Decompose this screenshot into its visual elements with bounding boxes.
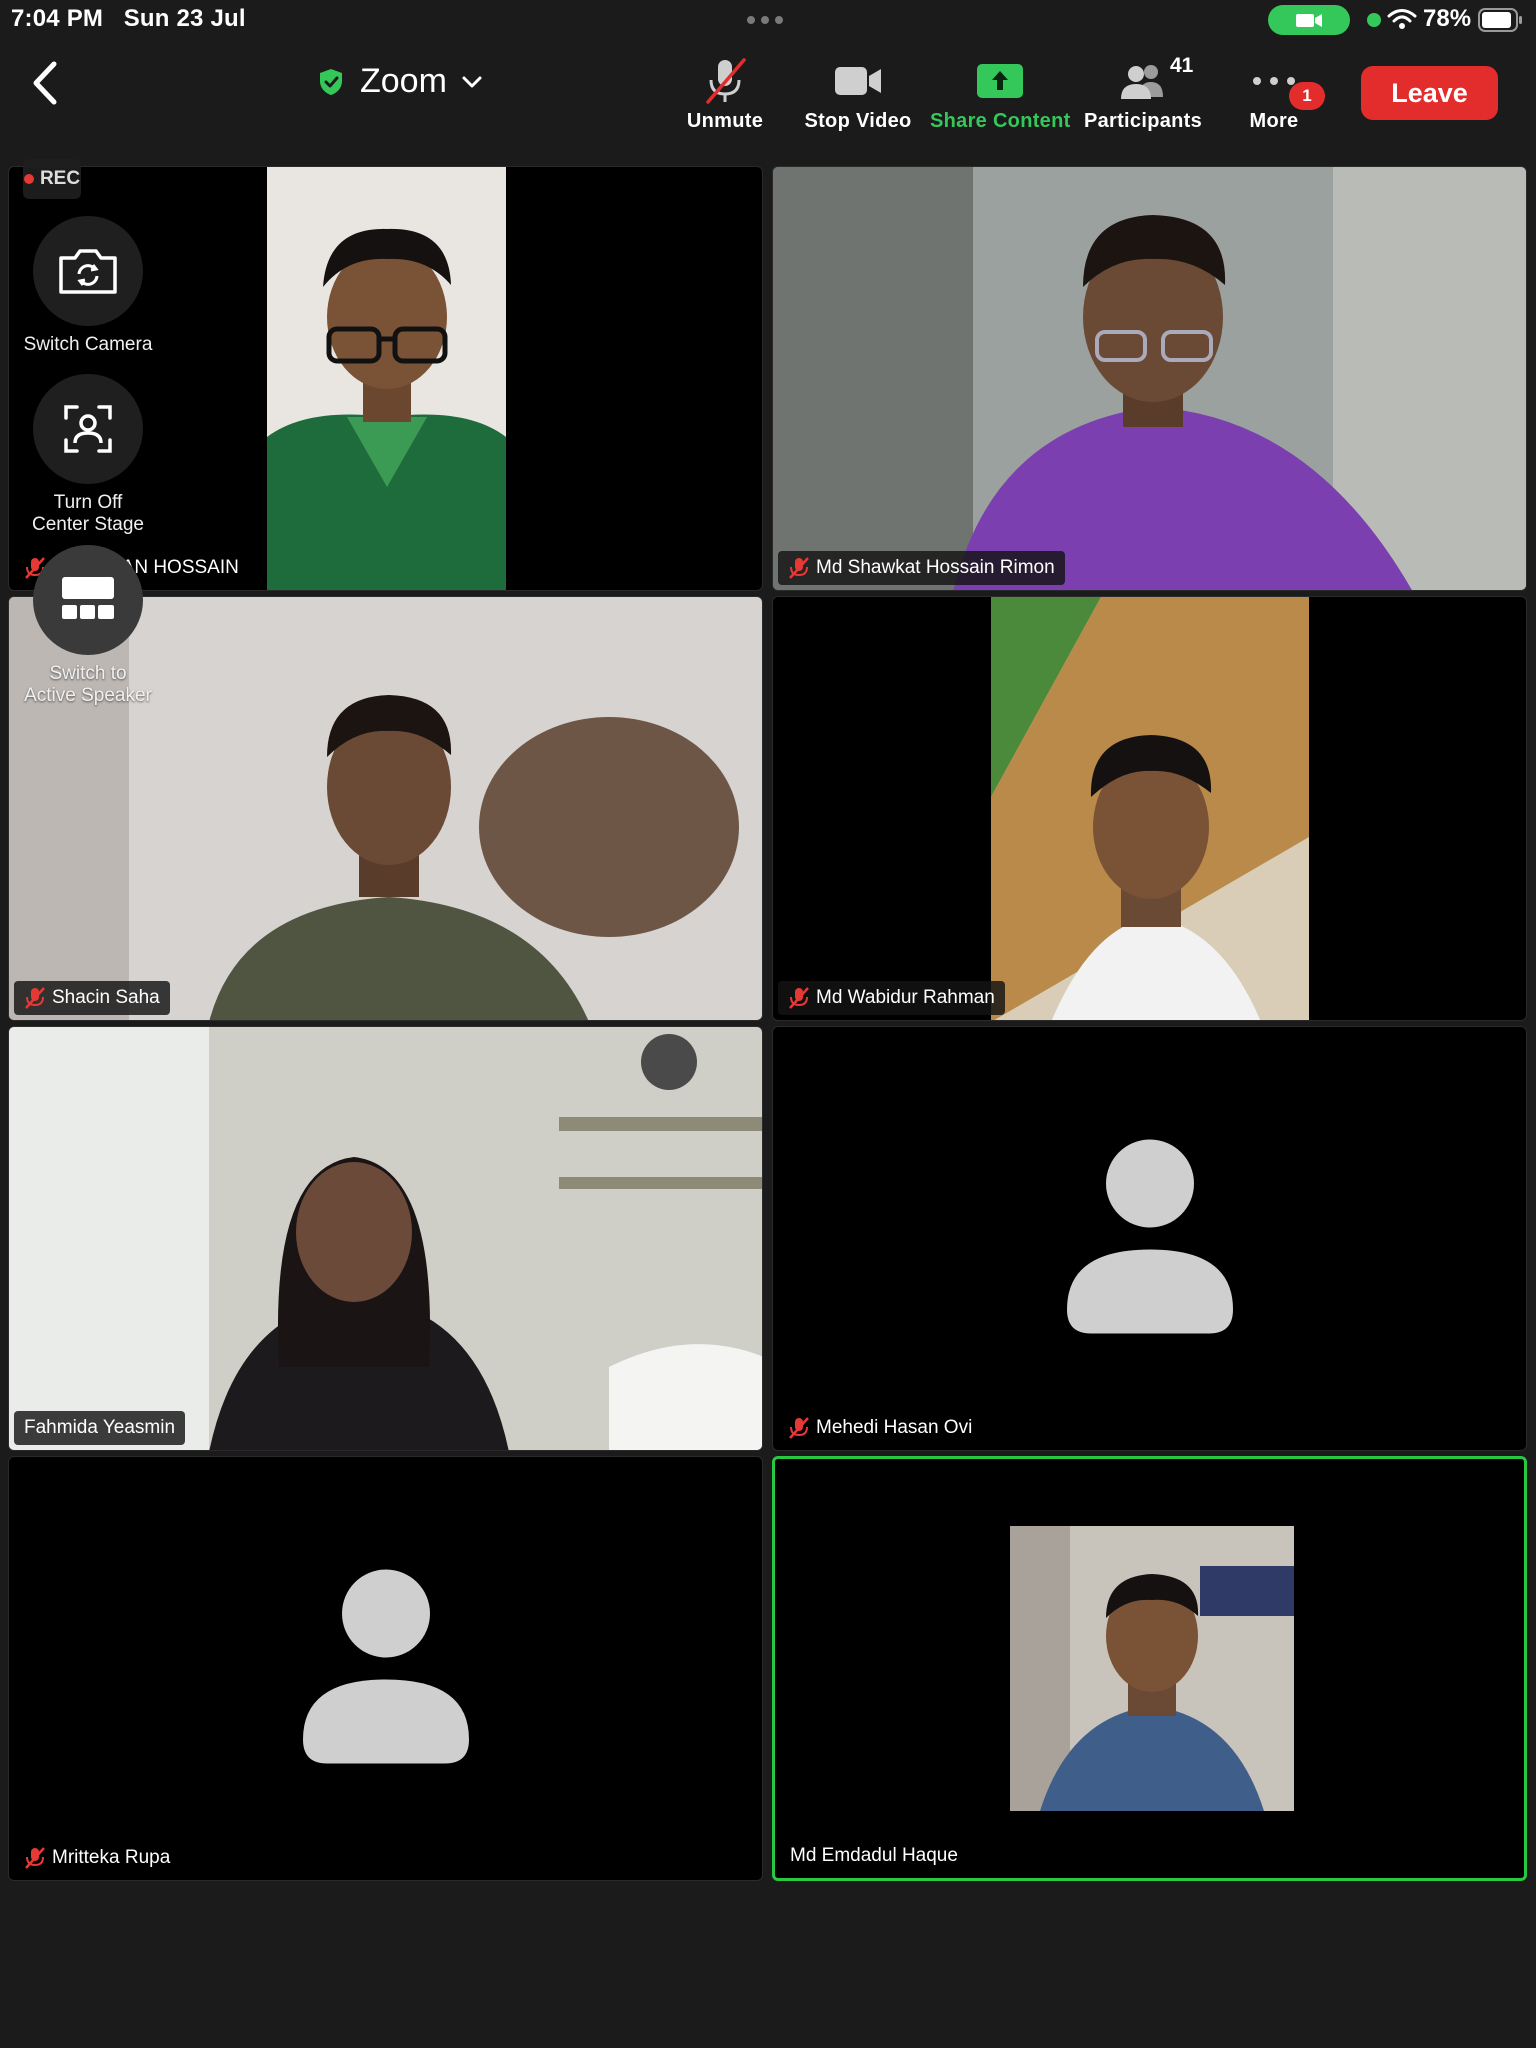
share-content-label: Share Content <box>930 110 1071 132</box>
stop-video-label: Stop Video <box>804 110 912 132</box>
mic-muted-icon <box>25 987 45 1009</box>
camera-in-use-dot-icon <box>1367 13 1381 27</box>
meeting-title: Zoom <box>360 62 447 100</box>
participant-name-tag: Md Shawkat Hossain Rimon <box>778 551 1065 585</box>
participant-name-tag: Mritteka Rupa <box>14 1841 180 1875</box>
share-content-button[interactable]: Share Content <box>930 48 1070 138</box>
video-tile[interactable]: Fahmida Yeasmin <box>8 1026 763 1451</box>
recording-dot-icon <box>23 174 34 184</box>
video-tile[interactable]: Mehedi Hasan Ovi <box>772 1026 1527 1451</box>
participant-video <box>991 597 1309 1020</box>
share-screen-icon <box>930 58 1070 104</box>
participants-label: Participants <box>1083 110 1203 132</box>
recording-indicator: REC <box>23 159 81 199</box>
leave-button[interactable]: Leave <box>1361 66 1498 120</box>
video-tile[interactable]: Mritteka Rupa <box>8 1456 763 1881</box>
video-tile[interactable]: Md Wabidur Rahman <box>772 596 1527 1021</box>
unmute-button[interactable]: Unmute <box>655 48 795 138</box>
participant-name-tag: Mehedi Hasan Ovi <box>778 1411 982 1445</box>
stop-video-button[interactable]: Stop Video <box>788 48 928 138</box>
center-stage-icon <box>33 374 143 484</box>
mic-muted-icon <box>789 1417 809 1439</box>
chevron-down-icon <box>462 76 482 87</box>
chevron-left-icon <box>33 61 57 105</box>
battery-icon <box>1478 8 1524 37</box>
video-tile-active-speaker[interactable]: Md Emdadul Haque <box>772 1456 1527 1881</box>
mic-muted-icon <box>789 987 809 1009</box>
video-tile[interactable]: Md Shawkat Hossain Rimon <box>772 166 1527 591</box>
participant-video <box>267 167 506 590</box>
active-speaker-layout-icon <box>33 545 143 655</box>
participants-count: 41 <box>1170 54 1194 77</box>
avatar-placeholder-icon <box>1066 1139 1233 1338</box>
status-bar: 7:04 PM Sun 23 Jul 78% <box>0 0 1536 40</box>
mic-muted-icon <box>789 557 809 579</box>
battery-percentage: 78% <box>1423 5 1472 32</box>
more-label: More <box>1249 110 1299 132</box>
meeting-title-dropdown[interactable]: Zoom <box>316 62 483 101</box>
unmute-label: Unmute <box>686 110 764 132</box>
participant-name-tag: Fahmida Yeasmin <box>14 1411 186 1445</box>
participant-profile-photo <box>1010 1526 1294 1811</box>
avatar-placeholder-icon <box>302 1569 469 1768</box>
notification-badge: 1 <box>1289 82 1325 110</box>
participant-name-tag: Md Emdadul Haque <box>790 1845 958 1866</box>
status-time: 7:04 PM Sun 23 Jul <box>11 5 246 32</box>
wifi-icon <box>1387 7 1417 36</box>
microphone-muted-icon <box>655 58 795 104</box>
video-camera-icon <box>788 58 928 104</box>
facetime-call-indicator-icon[interactable] <box>1268 5 1350 35</box>
center-stage-button[interactable]: Turn Off Center Stage <box>0 374 176 536</box>
participant-video <box>9 1027 762 1450</box>
shield-check-icon <box>320 68 342 95</box>
participant-name-tag: Shacin Saha <box>14 981 170 1015</box>
meeting-toolbar: Zoom Unmute Stop Video Share Content Par… <box>0 40 1536 150</box>
switch-camera-button[interactable]: Switch Camera <box>0 216 176 356</box>
switch-to-active-speaker-button[interactable]: Switch to Active Speaker <box>0 545 176 707</box>
multitasking-dots-icon[interactable] <box>747 16 783 24</box>
participant-name-tag: Md Wabidur Rahman <box>778 981 1005 1015</box>
switch-camera-icon <box>33 216 143 326</box>
mic-muted-icon <box>25 1847 45 1869</box>
back-button[interactable] <box>26 58 66 108</box>
participant-video <box>773 167 1526 590</box>
